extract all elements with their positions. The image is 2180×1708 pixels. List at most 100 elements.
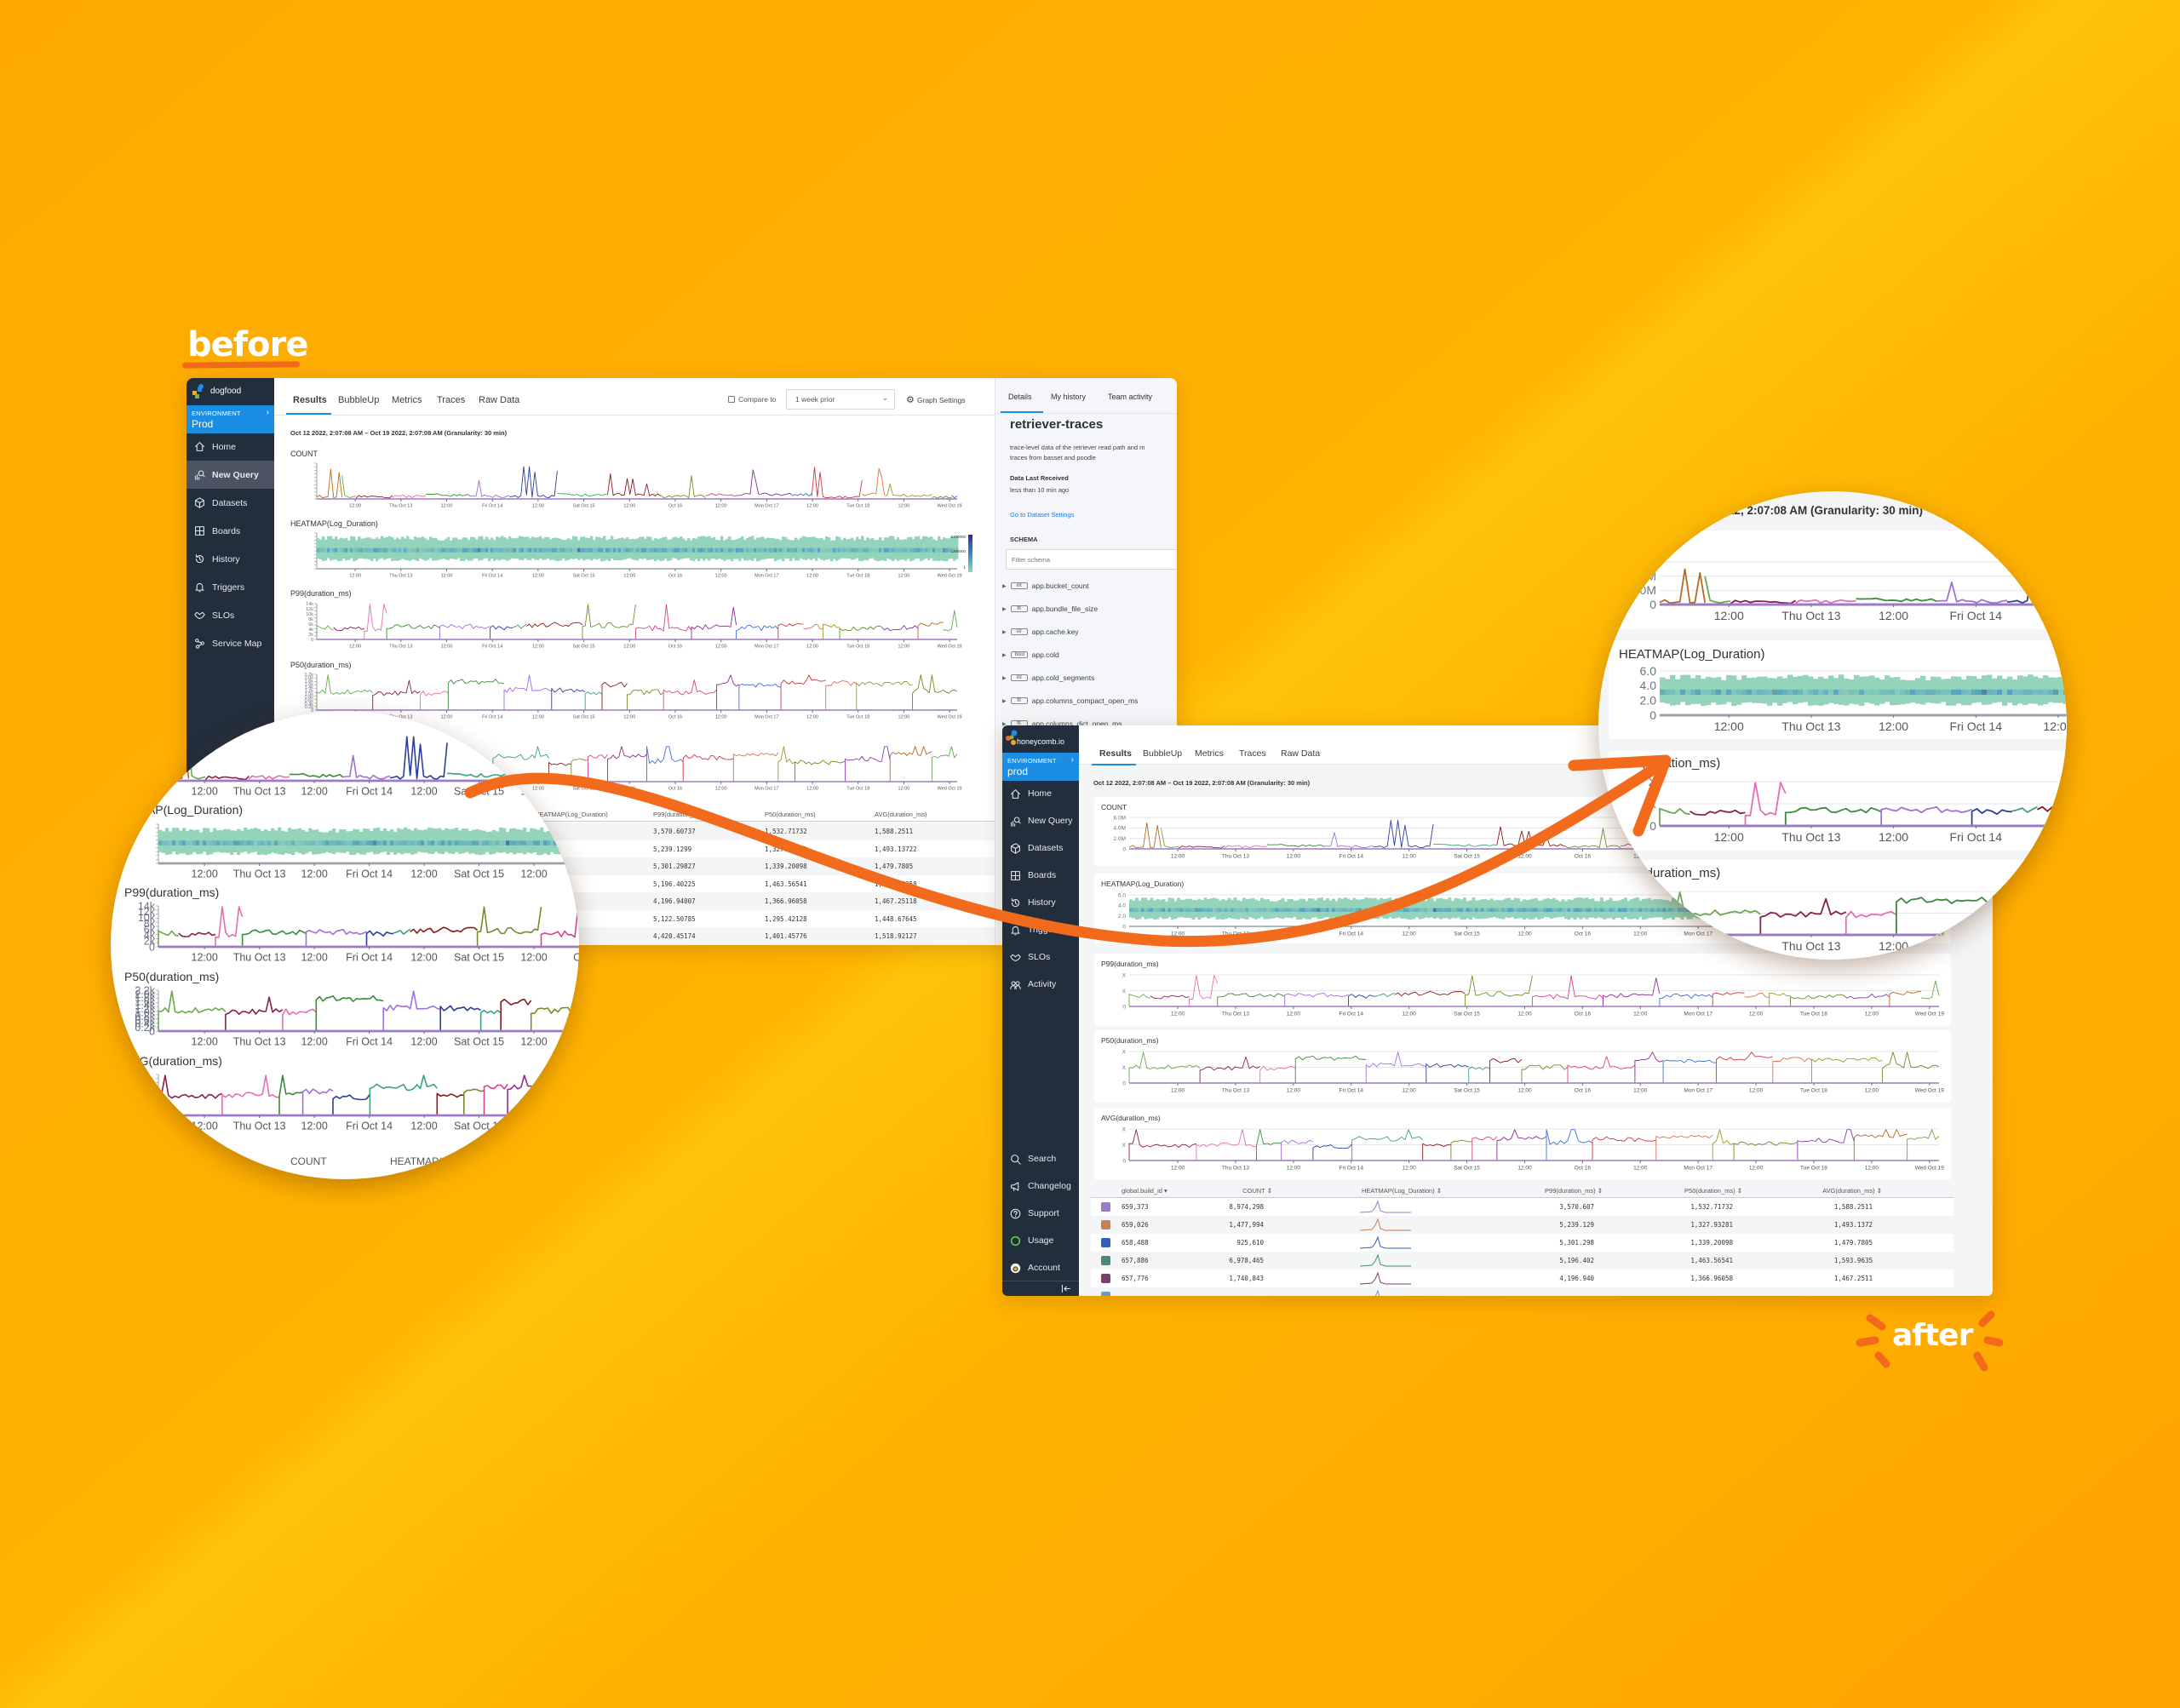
y-tick-label: 0 bbox=[311, 638, 313, 643]
compare-checkbox[interactable] bbox=[728, 396, 735, 403]
expand-caret-icon[interactable]: ▶ bbox=[1002, 606, 1007, 612]
sidebar-item-changelog[interactable]: Changelog bbox=[1002, 1172, 1079, 1200]
sidebar-item-usage[interactable]: Usage bbox=[1002, 1227, 1079, 1254]
table-row[interactable] bbox=[1091, 1287, 1953, 1296]
series-line bbox=[2036, 805, 2067, 812]
schema-label: SCHEMA bbox=[1010, 536, 1038, 543]
tab-bubbleup[interactable]: BubbleUp bbox=[1143, 748, 1182, 759]
header-avg[interactable]: AVG(duration_ms) ⇕ bbox=[1822, 1187, 1882, 1195]
heatmap-cell bbox=[1463, 908, 1466, 912]
sidebar-item-home[interactable]: Home bbox=[186, 433, 274, 461]
chart-title-p50: P50(duration_ms) bbox=[1101, 1036, 1159, 1045]
heatmap-cell bbox=[1466, 908, 1470, 912]
header-p50[interactable]: P50(duration_ms) ⇕ bbox=[1684, 1187, 1742, 1195]
heatmap-cell bbox=[192, 840, 197, 845]
table-row[interactable]: 657,886 6,978,465 5,196.402 1,463.56541 1,59… bbox=[1091, 1252, 1953, 1270]
sidebar-item-boards[interactable]: Boards bbox=[1002, 862, 1079, 889]
heatmap-cell bbox=[536, 547, 540, 553]
schema-field[interactable]: ▶ flt app.bundle_file_size bbox=[1002, 605, 1098, 613]
expand-caret-icon[interactable]: ▶ bbox=[1002, 698, 1007, 704]
expand-caret-icon[interactable]: ▶ bbox=[1002, 652, 1007, 658]
table-row[interactable]: 659,026 1,477,994 5,239.129 1,327.93281 1,49… bbox=[1091, 1216, 1953, 1234]
graph-settings-button[interactable]: ⚙ Graph Settings bbox=[906, 394, 966, 405]
heatmap-cell bbox=[457, 547, 461, 553]
chart-plot: 6.04.0 2.00 12:00 Thu Oct 13 12:00 Fri Oct 14… bbox=[1640, 664, 2067, 733]
header-p99[interactable]: P99(duration_ms) bbox=[653, 811, 704, 818]
sidebar-item-slos[interactable]: SLOs bbox=[186, 601, 274, 629]
sidebar-item-home[interactable]: Home bbox=[1002, 780, 1079, 807]
tab-raw-data[interactable]: Raw Data bbox=[1281, 748, 1320, 759]
sidebar-item-boards[interactable]: Boards bbox=[186, 517, 274, 545]
expand-caret-icon[interactable]: ▶ bbox=[1002, 583, 1007, 589]
sidebar-item-new-query[interactable]: New Query bbox=[186, 461, 274, 489]
tab-details[interactable]: Details bbox=[1008, 393, 1032, 401]
tab-metrics[interactable]: Metrics bbox=[1195, 748, 1224, 759]
environment-selector[interactable]: ENVIRONMENT › prod bbox=[1002, 753, 1079, 781]
heatmap-cell bbox=[1299, 908, 1303, 912]
tab-bubbleup[interactable]: BubbleUp bbox=[338, 395, 379, 405]
header-build-id[interactable]: global.build_id ▾ bbox=[1122, 1187, 1167, 1195]
cell-p99: 4,420.45174 bbox=[653, 932, 696, 940]
header-heatmap[interactable]: HEATMAP(Log_Duration) ⇕ bbox=[1362, 1187, 1442, 1195]
y-tick-label: 2.0 bbox=[1640, 694, 1657, 708]
sidebar-item-account[interactable]: Account bbox=[1002, 1254, 1079, 1281]
tab-results[interactable]: Results bbox=[293, 395, 327, 405]
sidebar-item-slos[interactable]: SLOs bbox=[1002, 943, 1079, 971]
tab-results[interactable]: Results bbox=[1099, 748, 1132, 759]
sidebar-item-datasets[interactable]: Datasets bbox=[1002, 834, 1079, 862]
sidebar-item-service-map[interactable]: Service Map bbox=[186, 629, 274, 657]
schema-field[interactable]: ▶ flt app.columns_compact_open_ms bbox=[1002, 696, 1138, 705]
expand-caret-icon[interactable]: ▶ bbox=[1002, 629, 1007, 635]
table-row[interactable]: 658,488 925,610 5,301.298 1,339.20098 1,479.… bbox=[1091, 1234, 1953, 1252]
header-count[interactable]: COUNT ⇕ bbox=[1242, 1187, 1272, 1195]
sidebar-item-history[interactable]: History bbox=[1002, 889, 1079, 916]
table-row[interactable]: 657,776 1,740,843 4,196.940 1,366.96058 1,46… bbox=[1091, 1270, 1953, 1287]
workspace-name[interactable]: dogfood bbox=[210, 387, 241, 396]
header-p50[interactable]: P50(duration_ms) bbox=[765, 811, 816, 818]
schema-field[interactable]: ▶ int app.cold_segments bbox=[1002, 673, 1094, 682]
expand-caret-icon[interactable]: ▶ bbox=[1002, 675, 1007, 681]
sidebar-item-activity[interactable]: Activity bbox=[1002, 971, 1079, 998]
heatmap-cell bbox=[1129, 908, 1133, 912]
dataset-settings-link[interactable]: Go to Dataset Settings bbox=[1010, 511, 1074, 519]
schema-field[interactable]: ▶ bool app.cold bbox=[1002, 651, 1059, 659]
heatmap-cell bbox=[595, 547, 599, 553]
header-p99[interactable]: P99(duration_ms) ⇕ bbox=[1545, 1187, 1603, 1195]
sidebar-item-search[interactable]: Search bbox=[1002, 1145, 1079, 1172]
tab-traces[interactable]: Traces bbox=[1239, 748, 1266, 759]
header-heatmap[interactable]: HEATMAP(Log_Duration) bbox=[535, 811, 608, 818]
x-tick-label: 12:00 bbox=[1714, 939, 1744, 953]
schema-field[interactable]: ▶ int app.bucket_count bbox=[1002, 582, 1089, 590]
collapse-sidebar-icon[interactable] bbox=[1060, 1283, 1071, 1294]
heatmap-cell bbox=[1457, 898, 1460, 918]
sidebar-item-triggers[interactable]: Triggers bbox=[186, 573, 274, 601]
tab-raw-data[interactable]: Raw Data bbox=[479, 395, 519, 405]
series-line bbox=[1567, 1056, 1636, 1083]
heatmap-cell bbox=[782, 547, 785, 553]
tab-my-history[interactable]: My history bbox=[1051, 393, 1086, 401]
header-avg[interactable]: AVG(duration_ms) bbox=[875, 811, 927, 818]
x-tick-label: 12:00 bbox=[806, 504, 818, 509]
sidebar-item-history[interactable]: History bbox=[186, 545, 274, 573]
series-line bbox=[1795, 599, 1856, 605]
heatmap-cell bbox=[516, 547, 519, 553]
sidebar-item-support[interactable]: Support bbox=[1002, 1200, 1079, 1227]
filter-schema-input[interactable] bbox=[1006, 549, 1177, 570]
sidebar-item-datasets[interactable]: Datasets bbox=[186, 489, 274, 517]
sidebar-item-new-query[interactable]: New Query bbox=[1002, 807, 1079, 834]
series-line bbox=[1659, 808, 1690, 826]
tab-traces[interactable]: Traces bbox=[437, 395, 465, 405]
environment-selector[interactable]: ENVIRONMENT › Prod bbox=[186, 405, 274, 433]
heatmap-cell bbox=[909, 547, 913, 553]
schema-field[interactable]: ▶ str app.cache.key bbox=[1002, 628, 1078, 636]
table-row[interactable]: 659,373 8,974,298 3,570.607 1,532.71732 1,58… bbox=[1091, 1198, 1953, 1216]
heatmap-cell bbox=[506, 547, 509, 553]
heatmap-cell bbox=[179, 840, 183, 845]
tab-team-activity[interactable]: Team activity bbox=[1108, 393, 1152, 401]
x-tick-label: Thu Oct 13 bbox=[1222, 1088, 1250, 1094]
sidebar-item-triggers[interactable]: Triggers bbox=[1002, 916, 1079, 943]
heatmap-cell bbox=[802, 536, 806, 560]
compare-dropdown[interactable]: 1 week prior ⌄ bbox=[786, 389, 895, 410]
x-tick-label: 12:00 bbox=[192, 786, 218, 798]
tab-metrics[interactable]: Metrics bbox=[392, 395, 422, 405]
